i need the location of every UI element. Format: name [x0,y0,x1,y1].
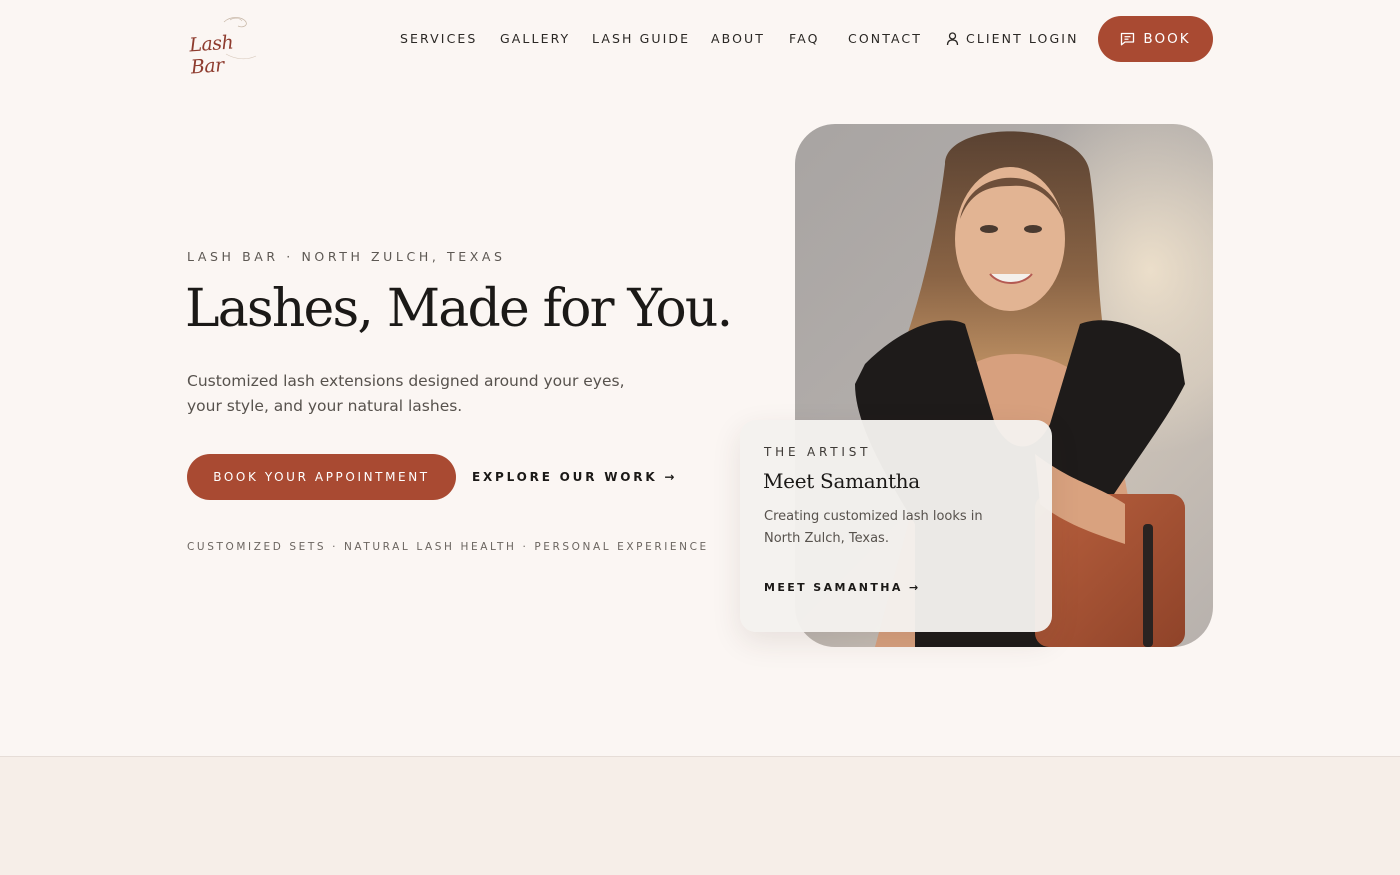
hero-features: CUSTOMIZED SETS · NATURAL LASH HEALTH · … [187,541,709,553]
nav-item-faq[interactable]: FAQ [789,31,820,46]
meet-samantha-link[interactable]: MEET SAMANTHA → [764,581,921,594]
nav-item-contact[interactable]: CONTACT [848,31,922,46]
nav-item-lash-guide[interactable]: LASH GUIDE [592,31,690,46]
hero-subtext: Customized lash extensions designed arou… [187,372,625,415]
nav-item-about[interactable]: ABOUT [711,31,765,46]
nav-item-services[interactable]: SERVICES [400,31,477,46]
book-button[interactable]: BOOK [1098,16,1213,62]
client-login-label: CLIENT LOGIN [966,31,1079,46]
artist-card: THE ARTIST Meet Samantha Creating custom… [740,420,1052,632]
next-section [0,757,1400,875]
site-header: Lash Bar SERVICES GALLERY LASH GUIDE ABO… [0,0,1400,78]
book-appointment-button[interactable]: BOOK YOUR APPOINTMENT [187,454,456,500]
artist-card-title: Meet Samantha [763,469,920,493]
hero-eyebrow: LASH BAR · NORTH ZULCH, TEXAS [187,249,506,264]
explore-work-link[interactable]: EXPLORE OUR WORK → [472,470,677,484]
client-login-link[interactable]: CLIENT LOGIN [946,31,1079,46]
user-icon [946,31,959,45]
book-button-label: BOOK [1143,31,1191,47]
book-appointment-label: BOOK YOUR APPOINTMENT [213,470,430,484]
chat-icon [1121,32,1135,46]
hero-headline: Lashes, Made for You. [185,279,733,339]
artist-card-eyebrow: THE ARTIST [764,445,872,459]
artist-card-text: Creating customized lash looks in North … [764,509,983,546]
nav-item-gallery[interactable]: GALLERY [500,31,570,46]
